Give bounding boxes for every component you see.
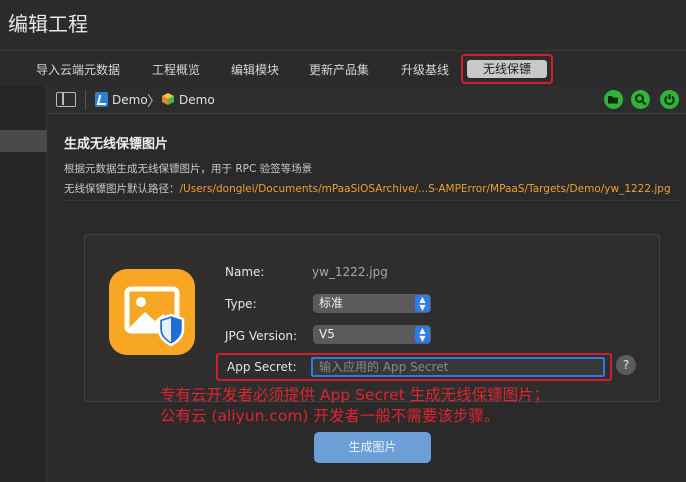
updown-chevron-icon: ▲ ▼ [415,326,430,343]
search-icon[interactable] [631,90,650,109]
name-label: Name: [225,265,265,279]
generate-panel: Name: yw_1222.jpg Type: 标准 ▲ ▼ JPG Versio… [84,234,660,402]
chevron-right-icon: 〉 [147,94,161,110]
path-bar: Demo 〉 Demo [48,86,686,114]
tab-bar: 导入云端元数据 工程概览 编辑模块 更新产品集 升级基线 无线保镖 [0,50,686,86]
power-icon[interactable] [660,90,679,109]
folder-open-icon[interactable] [604,90,623,109]
tab-highlight-frame: 无线保镖 [461,54,553,84]
app-title: 编辑工程 [8,12,88,36]
jpg-version-select[interactable]: V5 ▲ ▼ [313,325,431,344]
title-bar: 编辑工程 [0,0,686,50]
section-title: 生成无线保镖图片 [64,137,169,152]
default-path-value[interactable]: /Users/donglei/Documents/mPaaSiOSArchive… [180,183,671,195]
default-path: 无线保镖图片默认路径：/Users/donglei/Documents/mPaa… [64,181,671,196]
jpg-version-label: JPG Version: [225,329,298,343]
default-path-label: 无线保镖图片默认路径： [64,183,180,195]
tab-upgrade-baseline[interactable]: 升级基线 [401,61,449,78]
image-shield-icon [109,269,195,355]
annotation-line-1: 专有云开发者必须提供 App Secret 生成无线保镖图片； [160,386,550,404]
divider [64,200,678,201]
divider [85,90,86,110]
xcode-project-icon [95,92,108,107]
breadcrumb-target[interactable]: Demo [179,93,215,107]
type-select-value: 标准 [319,296,344,310]
name-value: yw_1222.jpg [312,265,388,279]
sidebar-selected-item[interactable] [0,130,47,152]
type-select[interactable]: 标准 ▲ ▼ [313,294,431,313]
target-cube-icon [162,93,174,105]
tab-security-guard[interactable]: 无线保镖 [467,60,547,78]
type-label: Type: [225,297,257,311]
sidebar [0,86,47,482]
breadcrumb-project[interactable]: Demo [112,93,148,107]
help-icon[interactable]: ? [616,355,636,375]
main-content: 生成无线保镖图片 根据元数据生成无线保镖图片，用于 RPC 验签等场景 无线保镖… [48,115,686,482]
sidebar-toggle-icon[interactable] [56,92,76,107]
tab-project-overview[interactable]: 工程概览 [152,61,200,78]
app-secret-label: App Secret: [227,360,297,374]
annotation-line-2: 公有云 (aliyun.com) 开发者一般不需要该步骤。 [160,407,500,425]
app-secret-highlight-frame: App Secret: [216,353,612,381]
tab-import-metadata[interactable]: 导入云端元数据 [36,61,120,78]
jpg-version-select-value: V5 [319,327,335,341]
tab-edit-modules[interactable]: 编辑模块 [231,61,279,78]
annotation-note: 专有云开发者必须提供 App Secret 生成无线保镖图片； 公有云 (ali… [160,385,549,427]
updown-chevron-icon: ▲ ▼ [415,295,430,312]
section-description: 根据元数据生成无线保镖图片，用于 RPC 验签等场景 [64,163,313,175]
generate-image-button[interactable]: 生成图片 [314,432,431,463]
tab-update-products[interactable]: 更新产品集 [309,61,369,78]
app-secret-input[interactable] [311,357,605,377]
